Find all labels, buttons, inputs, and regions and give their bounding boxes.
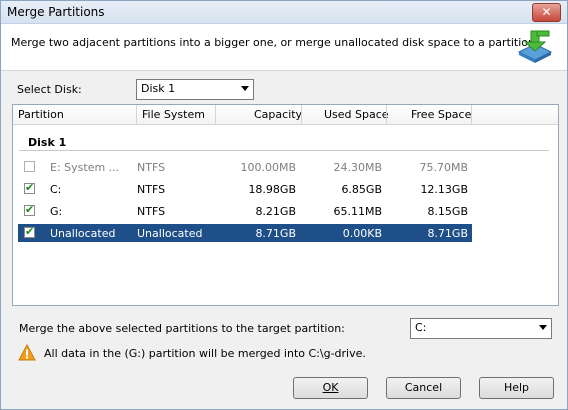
table-row[interactable]: G: NTFS 8.21GB 65.11MB 8.15GB xyxy=(18,202,472,220)
cell-partition: Unallocated xyxy=(50,227,116,240)
cell-free-space: 75.70MB xyxy=(419,161,468,174)
select-disk-label: Select Disk: xyxy=(17,83,82,96)
column-divider[interactable] xyxy=(386,105,387,124)
cell-partition: E: System ... xyxy=(50,161,120,174)
cell-capacity: 8.21GB xyxy=(255,205,296,218)
dialog-description: Merge two adjacent partitions into a big… xyxy=(11,36,539,49)
cell-partition: C: xyxy=(50,183,62,196)
row-checkbox[interactable] xyxy=(24,203,35,216)
row-checkbox[interactable] xyxy=(24,161,35,172)
cancel-button[interactable]: Cancel xyxy=(386,377,461,399)
cell-file-system: Unallocated xyxy=(137,227,203,240)
warning-icon xyxy=(18,344,36,361)
cell-capacity: 18.98GB xyxy=(248,183,296,196)
disk-dropdown[interactable]: Disk 1 xyxy=(136,79,254,100)
ok-button-label: OK xyxy=(322,381,339,394)
row-checkbox[interactable] xyxy=(24,225,35,238)
dialog-header: Merge two adjacent partitions into a big… xyxy=(1,24,567,71)
help-button-label: Help xyxy=(503,381,530,394)
column-divider[interactable] xyxy=(471,105,472,124)
table-row[interactable]: Unallocated Unallocated 8.71GB 0.00KB 8.… xyxy=(18,224,472,242)
table-row[interactable]: C: NTFS 18.98GB 6.85GB 12.13GB xyxy=(18,180,472,198)
cell-used-space: 24.30MB xyxy=(333,161,382,174)
cell-free-space: 12.13GB xyxy=(420,183,468,196)
cell-used-space: 65.11MB xyxy=(333,205,382,218)
merge-partition-icon xyxy=(517,30,553,63)
column-divider[interactable] xyxy=(301,105,302,124)
partition-table: Partition File System Capacity Used Spac… xyxy=(12,104,559,306)
chevron-down-icon xyxy=(539,325,547,330)
cell-used-space: 0.00KB xyxy=(342,227,382,240)
table-header: Partition File System Capacity Used Spac… xyxy=(13,105,558,125)
cell-capacity: 8.71GB xyxy=(255,227,296,240)
disk-group-label: Disk 1 xyxy=(28,136,67,149)
cell-partition: G: xyxy=(50,205,63,218)
cell-free-space: 8.71GB xyxy=(427,227,468,240)
title-bar[interactable]: Merge Partitions ✕ xyxy=(1,1,567,24)
help-button[interactable]: Help xyxy=(479,377,554,399)
cancel-button-label: Cancel xyxy=(404,381,443,394)
merge-partitions-dialog: Merge Partitions ✕ Merge two adjacent pa… xyxy=(0,0,568,410)
column-header-file-system[interactable]: File System xyxy=(142,108,205,121)
column-header-capacity[interactable]: Capacity xyxy=(254,108,302,121)
column-header-used-space[interactable]: Used Space xyxy=(324,108,389,121)
cell-file-system: NTFS xyxy=(137,205,166,218)
target-partition-dropdown[interactable]: C: xyxy=(410,318,552,339)
chevron-down-icon xyxy=(241,86,249,91)
window-title: Merge Partitions xyxy=(7,5,105,19)
column-header-partition[interactable]: Partition xyxy=(18,108,64,121)
ok-button[interactable]: OK xyxy=(293,377,368,399)
column-header-free-space[interactable]: Free Space xyxy=(411,108,471,121)
close-icon: ✕ xyxy=(541,5,552,19)
target-partition-label: Merge the above selected partitions to t… xyxy=(19,322,345,335)
cell-file-system: NTFS xyxy=(137,183,166,196)
column-divider[interactable] xyxy=(136,105,137,124)
group-divider xyxy=(19,150,549,151)
row-checkbox[interactable] xyxy=(24,181,35,194)
warning-message: All data in the (G:) partition will be m… xyxy=(44,347,366,360)
disk-dropdown-value: Disk 1 xyxy=(141,82,176,95)
cell-file-system: NTFS xyxy=(137,161,166,174)
column-divider[interactable] xyxy=(215,105,216,124)
target-partition-value: C: xyxy=(415,321,427,334)
cell-free-space: 8.15GB xyxy=(427,205,468,218)
table-row[interactable]: E: System ... NTFS 100.00MB 24.30MB 75.7… xyxy=(18,158,472,176)
cell-capacity: 100.00MB xyxy=(240,161,296,174)
cell-used-space: 6.85GB xyxy=(341,183,382,196)
close-button[interactable]: ✕ xyxy=(532,3,561,22)
